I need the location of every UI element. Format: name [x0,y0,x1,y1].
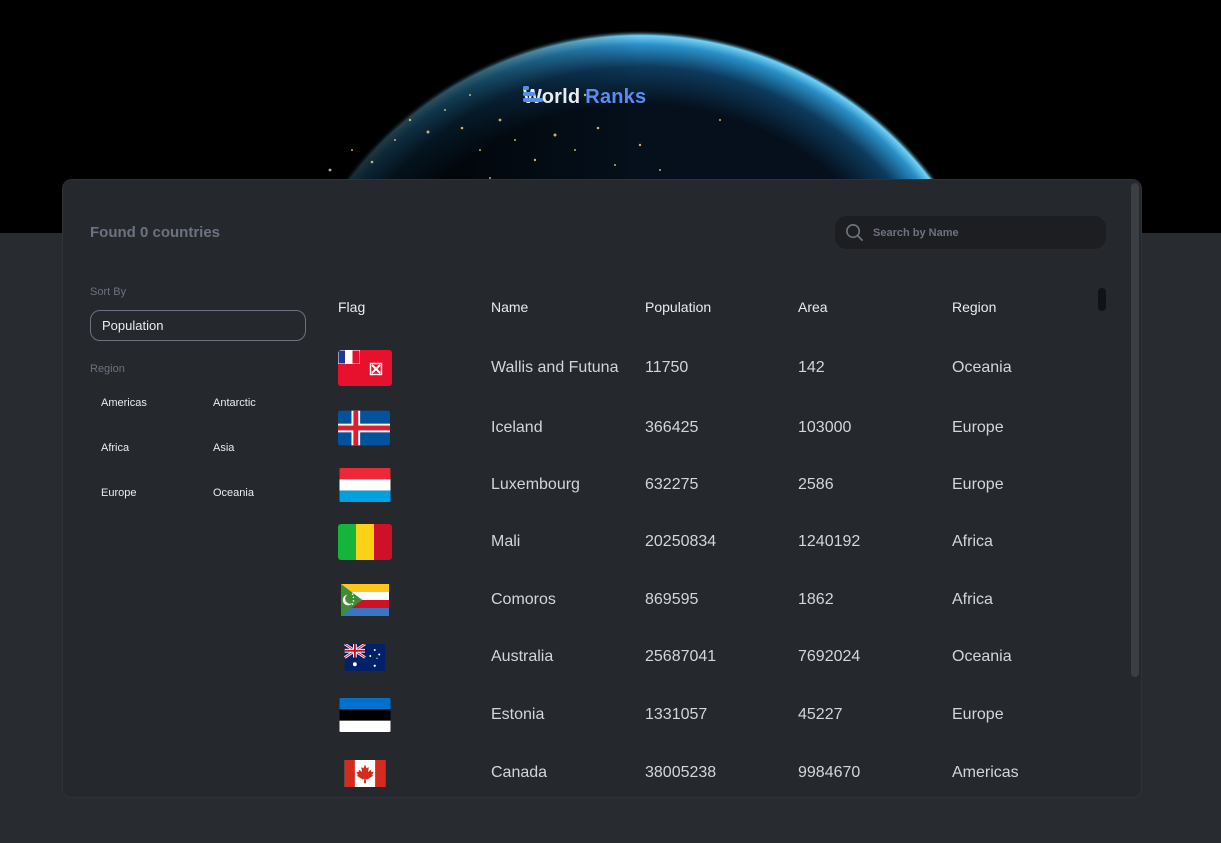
country-area: 1862 [798,591,834,608]
flag-luxembourg-icon [339,468,391,502]
country-region: Europe [952,706,1004,723]
flag-canada-icon [344,759,386,787]
search-input[interactable] [873,226,1073,239]
country-area: 7692024 [798,648,861,665]
country-population: 366425 [645,419,699,436]
country-population: 1331057 [645,706,708,723]
table-row[interactable]: Iceland 366425 103000 Europe [338,408,1102,448]
country-area: 45227 [798,706,843,723]
country-name: Comoros [491,591,556,608]
table-row[interactable]: Estonia 1331057 45227 Europe [338,695,1102,735]
country-population: 38005238 [645,764,717,781]
country-name: Wallis and Futuna [491,359,619,376]
country-area: 9984670 [798,764,861,781]
flag-mali-icon [338,524,392,560]
country-region: Americas [952,764,1019,781]
country-name: Iceland [491,419,543,436]
region-chip-antarctic[interactable]: Antarctic [213,397,301,412]
table-row[interactable]: Mali 20250834 1240192 Africa [338,522,1102,562]
region-label: Region [90,363,125,375]
table-row[interactable]: Wallis and Futuna 11750 142 Oceania [338,348,1102,388]
country-name: Mali [491,533,521,550]
country-population: 25687041 [645,648,717,665]
table-row[interactable]: Luxembourg 632275 2586 Europe [338,465,1102,505]
country-population: 632275 [645,476,699,493]
flag-australia-icon [344,643,386,671]
country-region: Oceania [952,359,1012,376]
table-row[interactable]: Comoros 869595 1862 Africa [338,580,1102,620]
table-row[interactable]: Canada 38005238 9984670 Americas [338,753,1102,793]
column-header-population[interactable]: Population [645,299,798,315]
country-area: 2586 [798,476,834,493]
column-header-region[interactable]: Region [952,299,1102,315]
country-population: 20250834 [645,533,717,550]
column-header-area[interactable]: Area [798,299,952,315]
country-region: Africa [952,533,993,550]
country-area: 103000 [798,419,852,436]
page-scrollbar-thumb[interactable] [1131,183,1139,677]
country-region: Africa [952,591,993,608]
country-area: 142 [798,359,825,376]
results-count: Found 0 countries [90,224,221,241]
column-header-flag[interactable]: Flag [338,299,491,315]
countries-table: Flag Name Population Area Region Wallis … [338,297,1108,787]
flag-comoros-icon [341,584,389,616]
flag-wallis-futuna-icon [338,350,392,386]
main-panel: Found 0 countries Sort By Population Reg… [62,179,1142,798]
region-chip-europe[interactable]: Europe [101,487,213,502]
sort-select[interactable]: Population [90,310,306,341]
table-header: Flag Name Population Area Region [338,297,1108,317]
region-chip-asia[interactable]: Asia [213,442,301,457]
country-region: Oceania [952,648,1012,665]
brand-word-ranks: Ranks [585,86,647,108]
country-region: Europe [952,476,1004,493]
country-name: Canada [491,764,548,781]
column-header-name[interactable]: Name [491,299,645,315]
region-chip-africa[interactable]: Africa [101,442,213,457]
sort-by-label: Sort By [90,286,127,298]
region-chip-americas[interactable]: Americas [101,397,213,412]
region-chip-oceania[interactable]: Oceania [213,487,301,502]
country-name: Estonia [491,706,545,723]
search-icon [846,224,863,241]
country-population: 11750 [645,359,689,376]
brand-logo[interactable]: World Ranks [523,86,646,109]
table-row[interactable]: Australia 25687041 7692024 Oceania [338,637,1102,677]
region-filters: Americas Antarctic Africa Asia Europe Oc… [101,397,301,502]
country-region: Europe [952,419,1004,436]
flag-estonia-icon [339,698,391,732]
country-population: 869595 [645,591,699,608]
flag-iceland-icon [338,410,390,446]
ranks-bars-icon [523,86,543,102]
search-bar[interactable] [835,216,1106,249]
country-area: 1240192 [798,533,861,550]
table-scrollbar-thumb[interactable] [1098,288,1106,311]
country-name: Australia [491,648,554,665]
country-name: Luxembourg [491,476,580,493]
